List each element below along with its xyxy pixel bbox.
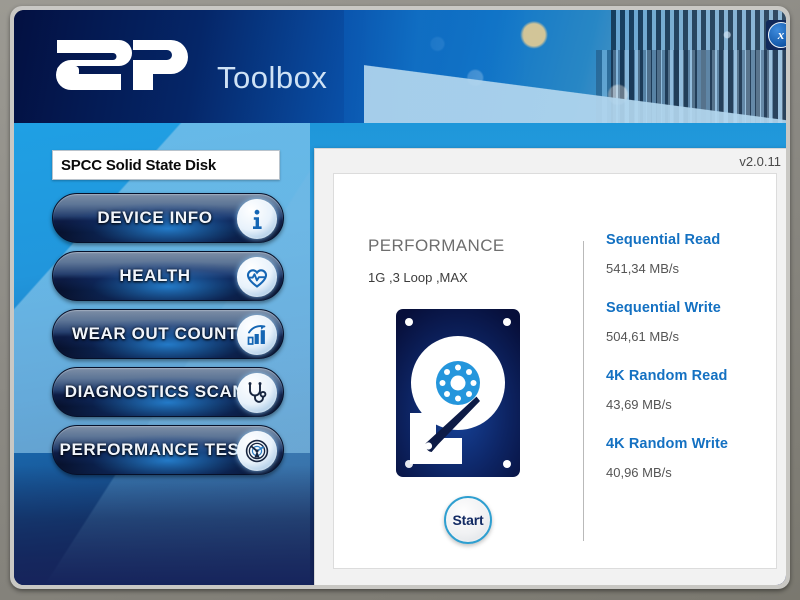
vertical-divider xyxy=(583,241,584,541)
results-list: Sequential Read 541,34 MB/s Sequential W… xyxy=(606,232,771,504)
test-config-text: 1G ,3 Loop ,MAX xyxy=(368,270,468,285)
start-button[interactable]: Start xyxy=(444,496,492,544)
app-title: Toolbox xyxy=(217,60,328,95)
sidebar-item-wear-out-count[interactable]: WEAR OUT COUNT xyxy=(52,309,284,359)
info-icon xyxy=(237,199,277,239)
device-select-value: SPCC Solid State Disk xyxy=(61,156,217,174)
sidebar-item-diagnostics-scan[interactable]: DIAGNOSTICS SCAN xyxy=(52,367,284,417)
close-button[interactable]: x xyxy=(766,20,786,50)
result-item: 4K Random Write 40,96 MB/s xyxy=(606,436,771,480)
result-value: 541,34 MB/s xyxy=(606,261,679,276)
device-select[interactable]: SPCC Solid State Disk xyxy=(52,150,280,180)
result-item: 4K Random Read 43,69 MB/s xyxy=(606,368,771,412)
result-value: 40,96 MB/s xyxy=(606,465,672,480)
result-value: 504,61 MB/s xyxy=(606,329,679,344)
header-diagonal-accent xyxy=(364,63,786,123)
window-content: Toolbox x SPCC Solid State Disk DEVICE I… xyxy=(14,10,786,585)
stethoscope-icon xyxy=(237,373,277,413)
result-item: Sequential Read 541,34 MB/s xyxy=(606,232,771,276)
window-frame: Toolbox x SPCC Solid State Disk DEVICE I… xyxy=(10,6,790,589)
close-circle-icon: x xyxy=(768,22,786,48)
speedometer-icon xyxy=(237,431,277,471)
sidebar-item-performance-test[interactable]: PERFORMANCE TEST xyxy=(52,425,284,475)
result-value: 43,69 MB/s xyxy=(606,397,672,412)
result-label: Sequential Read xyxy=(606,232,721,248)
performance-card: PERFORMANCE 1G ,3 Loop ,MAX Start Sequen… xyxy=(333,173,777,569)
sidebar-item-health[interactable]: HEALTH xyxy=(52,251,284,301)
version-label: v2.0.11 xyxy=(739,154,781,169)
sidebar-nav: DEVICE INFO HEALTH WEAR OUT COUNT DIAGNO… xyxy=(52,193,284,483)
application-window: Toolbox x SPCC Solid State Disk DEVICE I… xyxy=(0,0,800,600)
app-header: Toolbox x xyxy=(14,10,786,123)
main-panel: v2.0.11 PERFORMANCE 1G ,3 Loop ,MAX Star… xyxy=(314,148,786,585)
result-label: 4K Random Read xyxy=(606,368,728,384)
bar-chart-arrow-icon xyxy=(237,315,277,355)
heart-pulse-icon xyxy=(237,257,277,297)
start-button-label: Start xyxy=(452,512,484,528)
result-item: Sequential Write 504,61 MB/s xyxy=(606,300,771,344)
sidebar-item-device-info[interactable]: DEVICE INFO xyxy=(52,193,284,243)
result-label: 4K Random Write xyxy=(606,436,729,452)
result-label: Sequential Write xyxy=(606,300,721,316)
section-title: PERFORMANCE xyxy=(368,236,505,255)
hard-disk-icon xyxy=(396,309,520,482)
sp-logo-icon xyxy=(49,36,209,98)
